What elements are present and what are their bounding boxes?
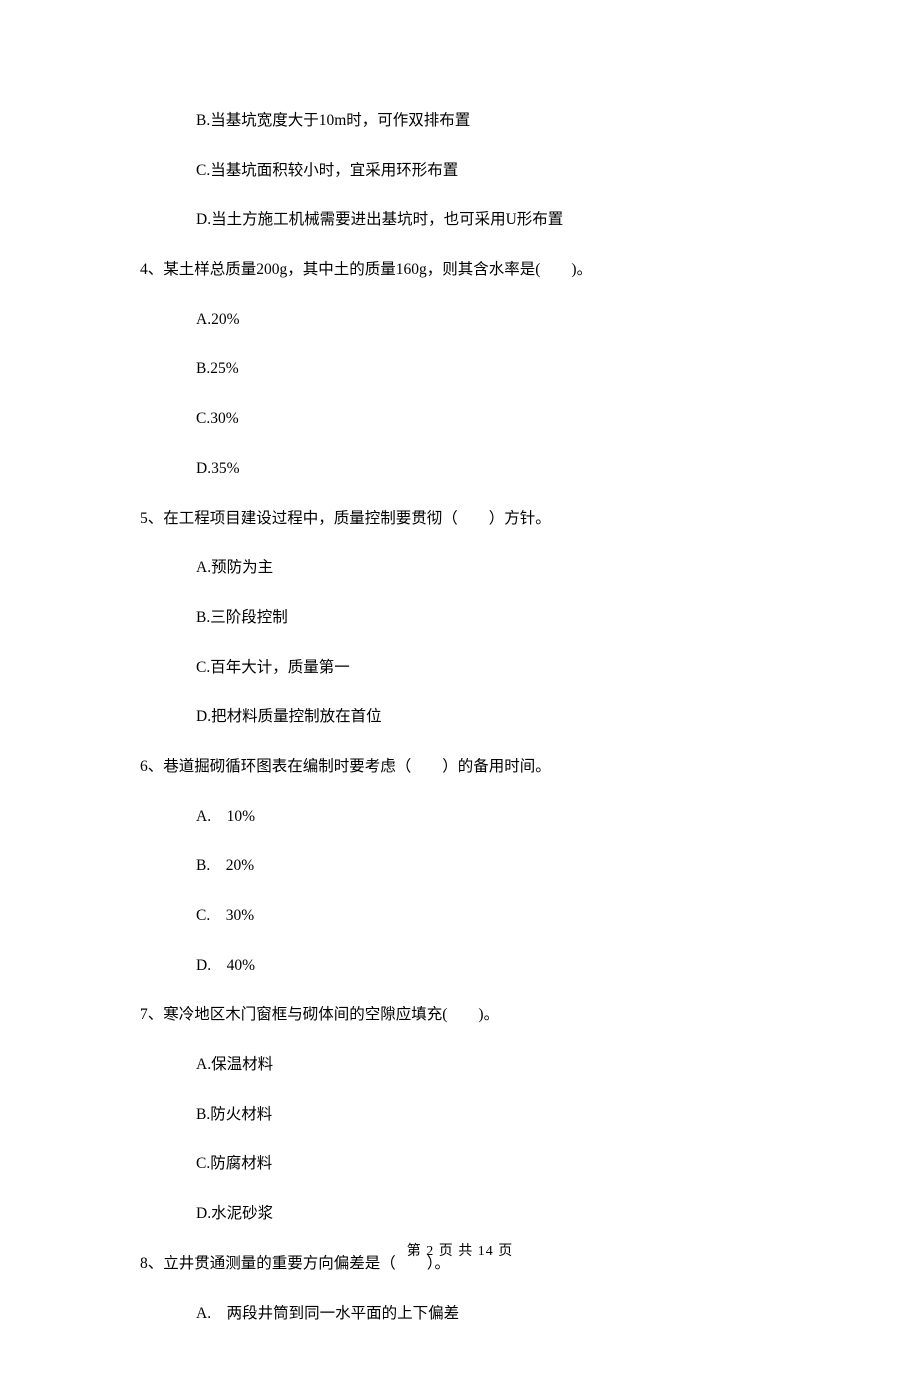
q4-option-d: D.35%: [196, 458, 780, 480]
q5-stem: 5、在工程项目建设过程中，质量控制要贯彻（ ）方针。: [140, 508, 780, 530]
q6-option-b: B. 20%: [196, 855, 780, 877]
q6-option-d: D. 40%: [196, 955, 780, 977]
q8-option-a: A. 两段井筒到同一水平面的上下偏差: [196, 1303, 780, 1325]
q5-option-c: C.百年大计，质量第一: [196, 657, 780, 679]
page-footer: 第 2 页 共 14 页: [0, 1240, 920, 1260]
q4-option-c: C.30%: [196, 408, 780, 430]
q6-option-c: C. 30%: [196, 905, 780, 927]
q6-option-a: A. 10%: [196, 806, 780, 828]
q5-option-a: A.预防为主: [196, 557, 780, 579]
q3-option-c: C.当基坑面积较小时，宜采用环形布置: [196, 160, 780, 182]
q7-option-b: B.防火材料: [196, 1104, 780, 1126]
q7-option-d: D.水泥砂浆: [196, 1203, 780, 1225]
q7-stem: 7、寒冷地区木门窗框与砌体间的空隙应填充( )。: [140, 1004, 780, 1026]
q7-option-a: A.保温材料: [196, 1054, 780, 1076]
q5-option-d: D.把材料质量控制放在首位: [196, 706, 780, 728]
q3-option-d: D.当土方施工机械需要进出基坑时，也可采用U形布置: [196, 209, 780, 231]
q4-option-b: B.25%: [196, 358, 780, 380]
q6-stem: 6、巷道掘砌循环图表在编制时要考虑（ ）的备用时间。: [140, 756, 780, 778]
q3-option-b: B.当基坑宽度大于10m时，可作双排布置: [196, 110, 780, 132]
q7-option-c: C.防腐材料: [196, 1153, 780, 1175]
q4-option-a: A.20%: [196, 309, 780, 331]
q4-stem: 4、某土样总质量200g，其中土的质量160g，则其含水率是( )。: [140, 259, 780, 281]
page-content: B.当基坑宽度大于10m时，可作双排布置 C.当基坑面积较小时，宜采用环形布置 …: [0, 0, 920, 1384]
q5-option-b: B.三阶段控制: [196, 607, 780, 629]
